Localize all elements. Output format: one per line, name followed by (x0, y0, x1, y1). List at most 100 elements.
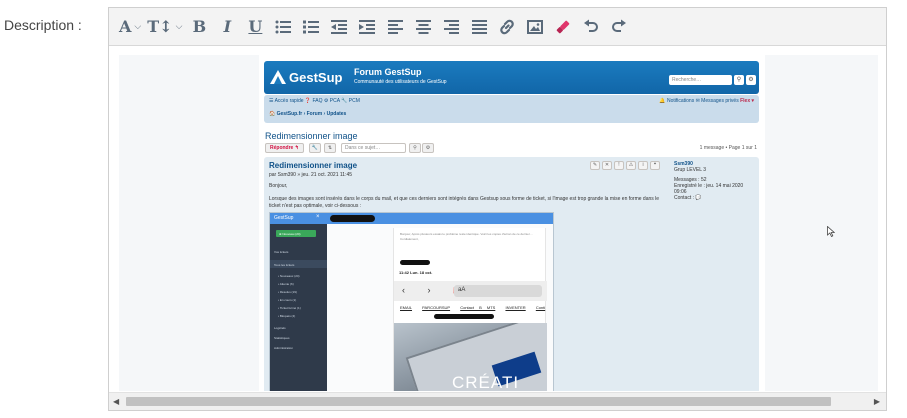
eraser-icon (557, 20, 570, 33)
profile-contact: Contact : 💬 (674, 195, 702, 201)
topic-search-input: Dans ce sujet… (341, 143, 406, 153)
font-size-button[interactable]: A ⌵ (119, 14, 141, 40)
mouse-cursor-icon (827, 226, 835, 237)
inner-tabbar: GestSup × (270, 213, 553, 224)
gear-icon: ⚙ (422, 143, 434, 153)
phone-link: EMAIL (400, 305, 413, 310)
numbered-list-icon (303, 20, 320, 33)
reply-button: Répondre ↰ (265, 143, 304, 153)
clear-formatting-button[interactable] (552, 14, 574, 40)
outdent-button[interactable] (328, 14, 350, 40)
redaction-mark (400, 260, 430, 265)
rich-text-editor[interactable]: A ⌵ T↕ ⌵ B I U GestSup Forum GestSup Com… (108, 7, 887, 411)
undo-button[interactable] (580, 14, 602, 40)
forum-title: Forum GestSup (354, 67, 422, 77)
topic-title: Redimensionner image (265, 131, 358, 141)
numbered-list-button[interactable] (300, 14, 322, 40)
inner-sidebar-item: • Attente (6) (278, 282, 294, 286)
indent-icon (359, 19, 376, 34)
align-left-button[interactable] (384, 14, 406, 40)
phone-link: PARCOURSUP (422, 305, 451, 310)
close-icon: × (316, 214, 320, 220)
page-info: 1 message • Page 1 sur 1 (699, 145, 757, 151)
info-icon: ! (614, 161, 624, 170)
nav-right-links: 🔔 Notifications ✉ Messages privés Flex ▾ (659, 98, 754, 104)
inner-screenshot: GestSup × ⊕ Nouveau (24) Vos tickets Tou… (269, 212, 554, 391)
inner-sidebar-item: • Nouveaux (24) (278, 274, 300, 278)
edit-icon: ✎ (590, 161, 600, 170)
forum-navbar: ☰ Accès rapide ❓ FAQ ⚙ PCA 🔧 PCM 🔔 Notif… (264, 95, 759, 123)
logo-text: GestSup (289, 70, 343, 85)
editor-content-area[interactable]: GestSup Forum GestSup Communauté des uti… (119, 55, 878, 391)
wrench-icon: 🔧 (309, 143, 321, 153)
redo-button[interactable] (608, 14, 630, 40)
inner-sidebar-item: • Bloqués (4) (278, 314, 296, 318)
inner-document: Bonjour, Après plusieurs essais le probl… (393, 228, 547, 391)
quick-links: ☰ Accès rapide ❓ FAQ ⚙ PCA 🔧 PCM (269, 98, 360, 104)
insert-link-button[interactable] (496, 14, 518, 40)
inner-new-button: ⊕ Nouveau (24) (276, 230, 316, 237)
search-icon: ⚲ (734, 75, 744, 85)
inner-new-label: ⊕ Nouveau (24) (279, 232, 301, 236)
inner-sidebar: ⊕ Nouveau (24) Vos tickets Tous les tick… (270, 224, 327, 391)
breadcrumb: 🏠 GestSup.fr › Forum › Updates (269, 111, 347, 117)
align-justify-icon (471, 19, 487, 34)
insert-image-button[interactable] (524, 14, 546, 40)
scroll-left-icon[interactable]: ◀ (113, 397, 119, 406)
profile-group: Grup LEVEL 3 (674, 167, 707, 173)
scroll-right-icon[interactable]: ▶ (874, 397, 880, 406)
chevron-down-icon: ⌵ (134, 21, 142, 31)
line-height-button[interactable]: T↕ ⌵ (147, 14, 182, 40)
phone-time: 11:42 Lun. 18 oct. (399, 270, 433, 275)
phone-browser-bar: ‹ › 📖 aA (394, 281, 547, 301)
redaction-mark (330, 215, 375, 222)
inner-sidebar-item: Administration (274, 346, 294, 350)
gestsup-logo-icon (270, 70, 286, 84)
outdent-icon (331, 19, 348, 34)
inner-sidebar-item: • Ticket fermé (1) (278, 306, 301, 310)
phone-links: EMAIL PARCOURSUP Contact B MTS INVENTER … (400, 305, 550, 310)
photo-text: CRÉATI (452, 373, 520, 391)
italic-icon: I (223, 17, 232, 36)
post-tools: ✎ ✕ ! ⚠ i ❝ (590, 161, 660, 170)
phone-photo: CRÉATI (394, 323, 547, 391)
align-right-button[interactable] (440, 14, 462, 40)
align-left-icon (387, 19, 403, 34)
align-justify-button[interactable] (468, 14, 490, 40)
redaction-mark (434, 314, 494, 319)
phone-link: Conti (535, 305, 546, 310)
underline-icon: U (248, 17, 263, 36)
delete-icon: ✕ (602, 161, 612, 170)
post-profile: Ssm390 Grup LEVEL 3 Messages : 52 Enregi… (674, 161, 756, 201)
post-meta: par Ssm390 » jeu. 21 oct. 2021 11:45 (269, 172, 353, 178)
chevron-down-icon: ⌵ (175, 21, 183, 31)
profile-registered: Enregistré le : jeu. 14 mai 2020 09:06 (674, 183, 744, 195)
inner-sidebar-item: Vos tickets (274, 250, 289, 254)
post-body: Bonjour, Lorsque des images sont insérés… (269, 183, 664, 210)
warning-icon: ⚠ (626, 161, 636, 170)
inner-sidebar-item: Statistiques (274, 336, 290, 340)
underline-button[interactable]: U (244, 14, 266, 40)
font-size-icon: A (119, 17, 132, 36)
bullet-list-button[interactable] (272, 14, 294, 40)
bold-button[interactable]: B (188, 14, 210, 40)
italic-button[interactable]: I (216, 14, 238, 40)
align-center-button[interactable] (412, 14, 434, 40)
inner-sidebar-item: Logiciels (274, 326, 286, 330)
post-paragraph: Lorsque des images sont insérés dans le … (269, 196, 660, 209)
forum-header: GestSup Forum GestSup Communauté des uti… (264, 61, 759, 94)
embedded-image[interactable]: GestSup Forum GestSup Communauté des uti… (259, 55, 765, 391)
undo-icon (584, 19, 599, 32)
align-center-icon (415, 19, 431, 34)
bold-icon: B (192, 17, 207, 36)
scrollbar-thumb[interactable] (126, 397, 831, 406)
description-label: Description : (4, 17, 82, 33)
phone-link: Contact B MTS (460, 305, 496, 310)
phone-link: INVENTER (505, 305, 526, 310)
horizontal-scrollbar[interactable]: ◀ ▶ (109, 392, 886, 410)
inner-tab: GestSup (274, 215, 294, 221)
inner-sidebar-item: • En cours (1) (278, 298, 297, 302)
post-greeting: Bonjour, (269, 183, 288, 189)
indent-button[interactable] (356, 14, 378, 40)
line-height-icon: T↕ (147, 17, 173, 36)
